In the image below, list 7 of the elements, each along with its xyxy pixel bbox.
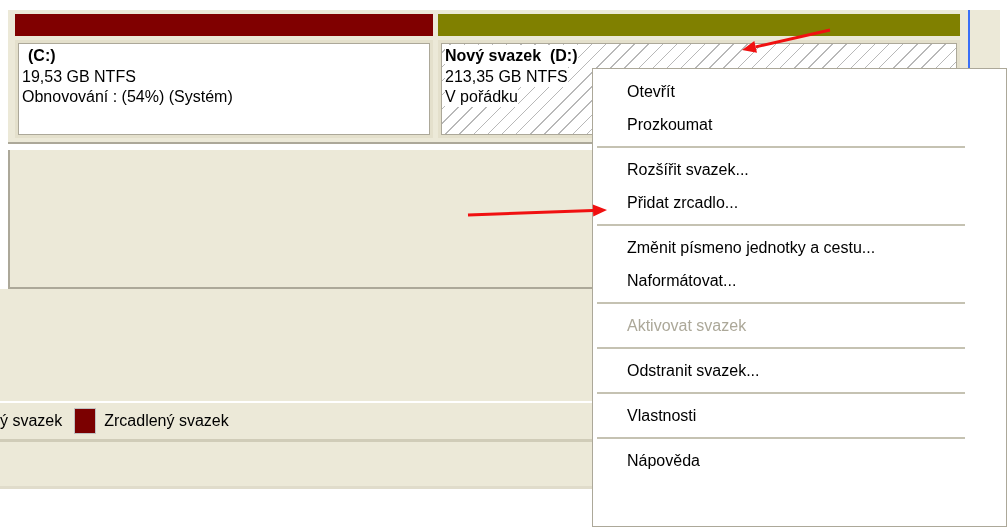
- volume-status: Obnovování : (54%) (Systém): [22, 87, 233, 107]
- legend-label: ý svazek: [0, 412, 63, 430]
- legend-label: Zrcadlený svazek: [104, 412, 229, 430]
- volume-title: Nový svazek (D:): [445, 45, 578, 67]
- volume-status: V pořádku: [445, 87, 518, 107]
- volume-size: 213,35 GB NTFS: [445, 67, 568, 87]
- volume-size: 19,53 GB NTFS: [22, 67, 136, 87]
